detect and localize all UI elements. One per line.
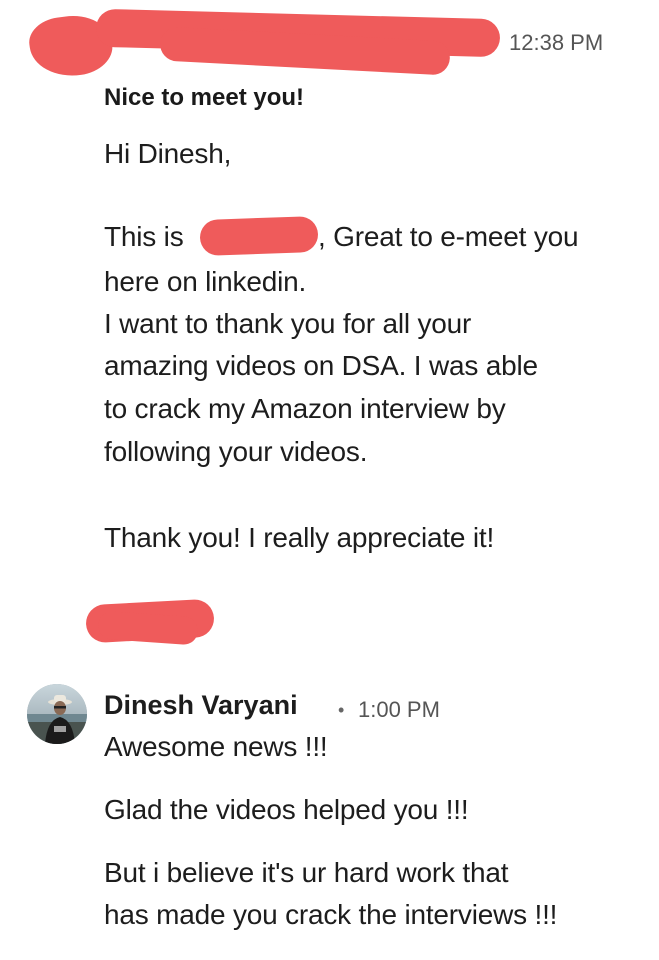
reply-line: Glad the videos helped you !!! (104, 794, 469, 825)
message-line: here on linkedin. (104, 266, 307, 297)
message-line: Hi Dinesh, (104, 138, 232, 169)
redaction-scribble-inline-name (199, 215, 319, 257)
separator-dot: • (338, 700, 345, 720)
message-line: amazing videos on DSA. I was able (104, 350, 538, 381)
reply-sender-name[interactable]: Dinesh Varyani (104, 690, 298, 721)
message-line: Thank you! I really appreciate it! (104, 522, 495, 553)
message-timestamp: 12:38 PM (509, 30, 604, 55)
message-line: This is (104, 221, 184, 252)
profile-photo-icon (27, 684, 87, 744)
reply-line: Awesome news !!! (104, 731, 328, 762)
reply-timestamp: 1:00 PM (358, 697, 440, 722)
message-line: to crack my Amazon interview by (104, 393, 506, 424)
reply-line: But i believe it's ur hard work that (104, 857, 509, 888)
reply-line: has made you crack the interviews !!! (104, 899, 558, 930)
message-subject: Nice to meet you! (104, 84, 305, 111)
message-line: I want to thank you for all your (104, 308, 472, 339)
message-line: , Great to e-meet you (318, 221, 579, 252)
sender-avatar[interactable] (27, 684, 87, 744)
message-line: following your videos. (104, 436, 368, 467)
